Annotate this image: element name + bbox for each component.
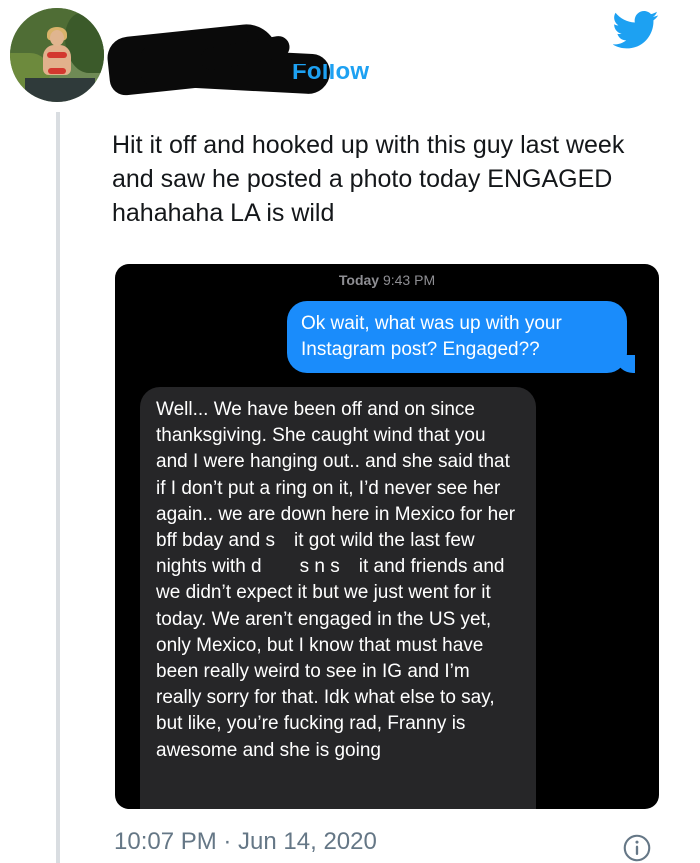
received-message-bubble: Well... We have been off and on since th… <box>140 387 536 809</box>
avatar[interactable] <box>10 8 104 102</box>
sent-message-text: Ok wait, what was up with your Instagram… <box>301 313 562 360</box>
timestamp-time: 9:43 PM <box>382 272 436 288</box>
tweet-text: Hit it off and hooked up with this guy l… <box>112 131 625 227</box>
thread-line <box>56 112 60 863</box>
received-message-text: Well... We have been off and on since th… <box>156 399 516 761</box>
avatar-person <box>48 68 66 74</box>
avatar-person <box>50 30 64 46</box>
message-timestamp: Today 9:43 PM <box>115 272 659 288</box>
twitter-bird-icon[interactable] <box>613 10 659 50</box>
avatar-person <box>47 52 67 58</box>
sent-message-bubble: Ok wait, what was up with your Instagram… <box>287 301 635 373</box>
timestamp-day: Today <box>338 272 380 288</box>
avatar-background <box>25 78 95 102</box>
bubble-tail <box>617 355 635 373</box>
tweet-timestamp[interactable]: 10:07 PM · Jun 14, 2020 <box>114 828 377 856</box>
tweet-media-screenshot[interactable]: Today 9:43 PM Ok wait, what was up with … <box>115 264 659 809</box>
info-icon[interactable] <box>623 834 651 862</box>
